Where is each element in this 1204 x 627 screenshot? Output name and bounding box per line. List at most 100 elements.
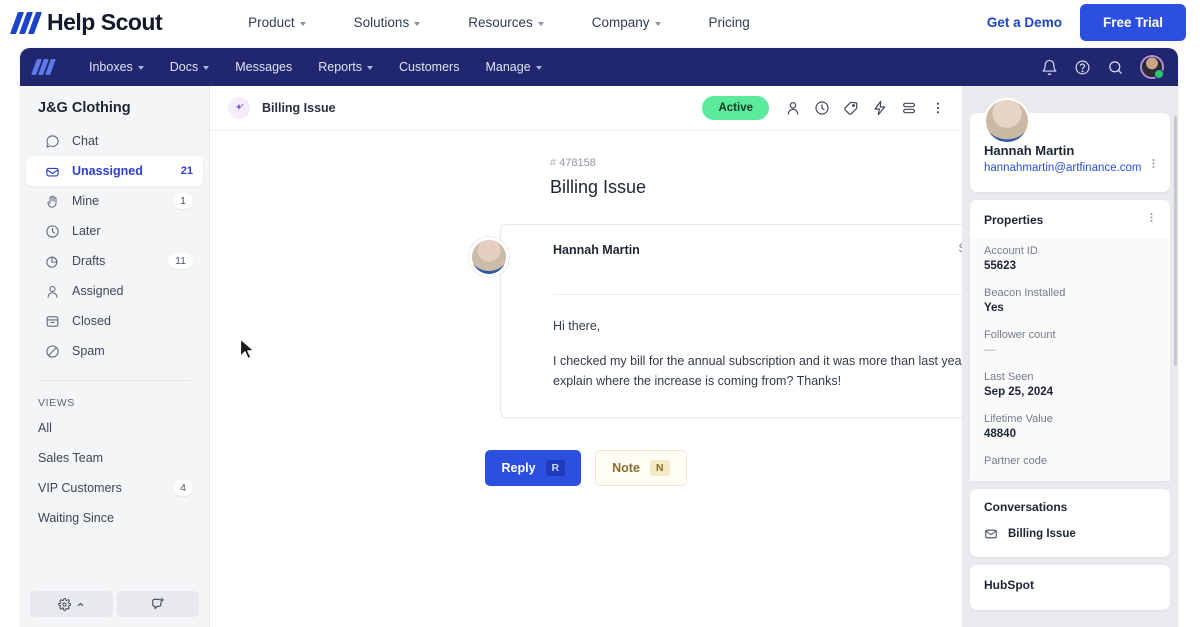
note-button[interactable]: Note N: [595, 450, 687, 487]
property-value: 55623: [984, 260, 1016, 272]
property-value: —: [984, 344, 996, 356]
get-a-demo-link[interactable]: Get a Demo: [987, 15, 1062, 30]
app-top-nav: Inboxes Docs Messages Reports Customers …: [20, 48, 1178, 86]
new-conversation-button[interactable]: [116, 591, 199, 617]
more-vertical-icon[interactable]: [1145, 211, 1158, 229]
properties-header: Properties: [970, 200, 1170, 238]
search-icon[interactable]: [1107, 59, 1124, 76]
sidebar-item-drafts[interactable]: Drafts 11: [26, 246, 203, 276]
hannah-avatar: [469, 237, 509, 277]
note-label: Note: [612, 461, 640, 476]
chevron-down-icon: [137, 66, 144, 70]
ai-sparkle-icon[interactable]: [228, 97, 250, 119]
sidebar-view-waiting-since[interactable]: Waiting Since: [20, 503, 209, 533]
property-value: 48840: [984, 428, 1016, 440]
chevron-down-icon: [203, 66, 210, 70]
conversations-title: Conversations: [984, 500, 1068, 514]
sidebar-item-closed[interactable]: Closed: [26, 306, 203, 336]
sidebar-item-assigned[interactable]: Assigned: [26, 276, 203, 306]
app-nav-inboxes[interactable]: Inboxes: [76, 48, 157, 86]
views-section-header: VIEWS: [38, 397, 75, 409]
tag-icon[interactable]: [843, 100, 859, 116]
nav-item-product[interactable]: Product: [224, 15, 330, 30]
customer-sidebar: Hannah Martin hannahmartin@artfinance.co…: [962, 86, 1178, 627]
sidebar-item-spam[interactable]: Spam: [26, 336, 203, 366]
sidebar-footer: [20, 583, 209, 627]
sidebar-view-vip-customers[interactable]: VIP Customers 4: [20, 473, 209, 503]
sidebar-item-unassigned[interactable]: Unassigned 21: [26, 156, 203, 186]
property-value: Sep 25, 2024: [984, 386, 1054, 398]
helpscout-logo-icon[interactable]: [31, 59, 56, 75]
app-nav-messages[interactable]: Messages: [222, 48, 305, 86]
message-paragraph: I checked my bill for the annual subscri…: [553, 354, 962, 388]
sidebar-item-label: Chat: [72, 134, 99, 148]
property-key: Lifetime Value: [984, 413, 1053, 425]
property-row: Partner code: [970, 448, 1170, 481]
status-badge[interactable]: Active: [702, 96, 769, 120]
mailbox-title: J&G Clothing: [38, 100, 131, 116]
app-nav-manage[interactable]: Manage: [472, 48, 554, 86]
conversations-card: Conversations Billing Issue: [970, 489, 1170, 557]
marketing-header: Help Scout Product Solutions Resources C…: [0, 0, 1204, 45]
sidebar-item-later[interactable]: Later: [26, 216, 203, 246]
nav-item-resources[interactable]: Resources: [444, 15, 568, 30]
app-nav-docs[interactable]: Docs: [157, 48, 222, 86]
app-nav-customers[interactable]: Customers: [386, 48, 472, 86]
nav-item-company[interactable]: Company: [568, 15, 685, 30]
sidebar-item-label: Mine: [72, 194, 100, 208]
assign-person-icon[interactable]: [785, 100, 801, 116]
person-icon: [44, 283, 61, 300]
workflow-bolt-icon[interactable]: [872, 100, 888, 116]
related-conversation-label: Billing Issue: [1008, 528, 1076, 540]
chevron-down-icon: [414, 21, 421, 26]
chat-bubble-icon: [44, 133, 61, 150]
chevron-down-icon: [299, 21, 306, 26]
properties-card: Properties Account ID 55623 Beacon Insta…: [970, 200, 1170, 481]
contact-email[interactable]: hannahmartin@artfinance.com: [970, 158, 1170, 192]
bell-icon[interactable]: [1041, 59, 1058, 76]
hannah-avatar: [984, 98, 1030, 144]
marketing-nav: Product Solutions Resources Company Pric…: [224, 15, 774, 30]
app-nav-label: Reports: [318, 60, 363, 74]
related-conversation-item[interactable]: Billing Issue: [970, 523, 1170, 557]
more-vertical-icon[interactable]: [930, 100, 946, 116]
settings-button[interactable]: [30, 591, 113, 617]
help-circle-icon[interactable]: [1074, 59, 1091, 76]
nav-label: Resources: [468, 15, 533, 30]
sidebar-view-label: Waiting Since: [38, 511, 114, 525]
sidebar-item-label: Later: [72, 224, 101, 238]
reply-button[interactable]: Reply R: [485, 450, 582, 487]
snooze-clock-icon[interactable]: [814, 100, 830, 116]
sidebar-item-count: 21: [180, 165, 193, 177]
more-vertical-icon[interactable]: [1147, 157, 1160, 175]
sidebar-item-chat[interactable]: Chat: [26, 126, 203, 156]
nav-item-solutions[interactable]: Solutions: [330, 15, 445, 30]
nav-item-pricing[interactable]: Pricing: [685, 15, 774, 30]
property-key: Beacon Installed: [984, 287, 1066, 299]
helpscout-brand-logo[interactable]: Help Scout: [9, 9, 163, 36]
sidebar-view-sales-team[interactable]: Sales Team: [20, 443, 209, 473]
conversation-title: Billing Issue: [262, 101, 336, 115]
sidebar-scrollbar[interactable]: [1174, 116, 1177, 366]
property-row: Account ID 55623: [970, 238, 1170, 280]
clock-icon: [44, 223, 61, 240]
list-icon[interactable]: [901, 100, 917, 116]
conversation-toolbar-actions: Active: [702, 96, 946, 120]
nav-label: Product: [248, 15, 295, 30]
sidebar-item-mine[interactable]: Mine 1: [26, 186, 203, 216]
property-row: Follower count —: [970, 322, 1170, 364]
chevron-down-icon: [535, 66, 542, 70]
sidebar-view-all[interactable]: All: [20, 413, 209, 443]
envelope-icon: [985, 529, 997, 539]
hubspot-card: HubSpot: [970, 565, 1170, 610]
helpscout-app-window: Inboxes Docs Messages Reports Customers …: [20, 48, 1178, 627]
app-nav-label: Customers: [399, 60, 460, 74]
app-nav-reports[interactable]: Reports: [305, 48, 386, 86]
user-avatar[interactable]: [1140, 55, 1164, 79]
free-trial-button[interactable]: Free Trial: [1079, 4, 1186, 41]
property-key: Account ID: [984, 245, 1038, 257]
app-nav-actions: [1041, 55, 1164, 79]
conversation-toolbar: Billing Issue Active: [210, 86, 962, 131]
conversation-scroll-area[interactable]: #478158 Billing Issue Hannah Martin Sep …: [210, 131, 962, 627]
contact-name: Hannah Martin: [984, 143, 1075, 158]
